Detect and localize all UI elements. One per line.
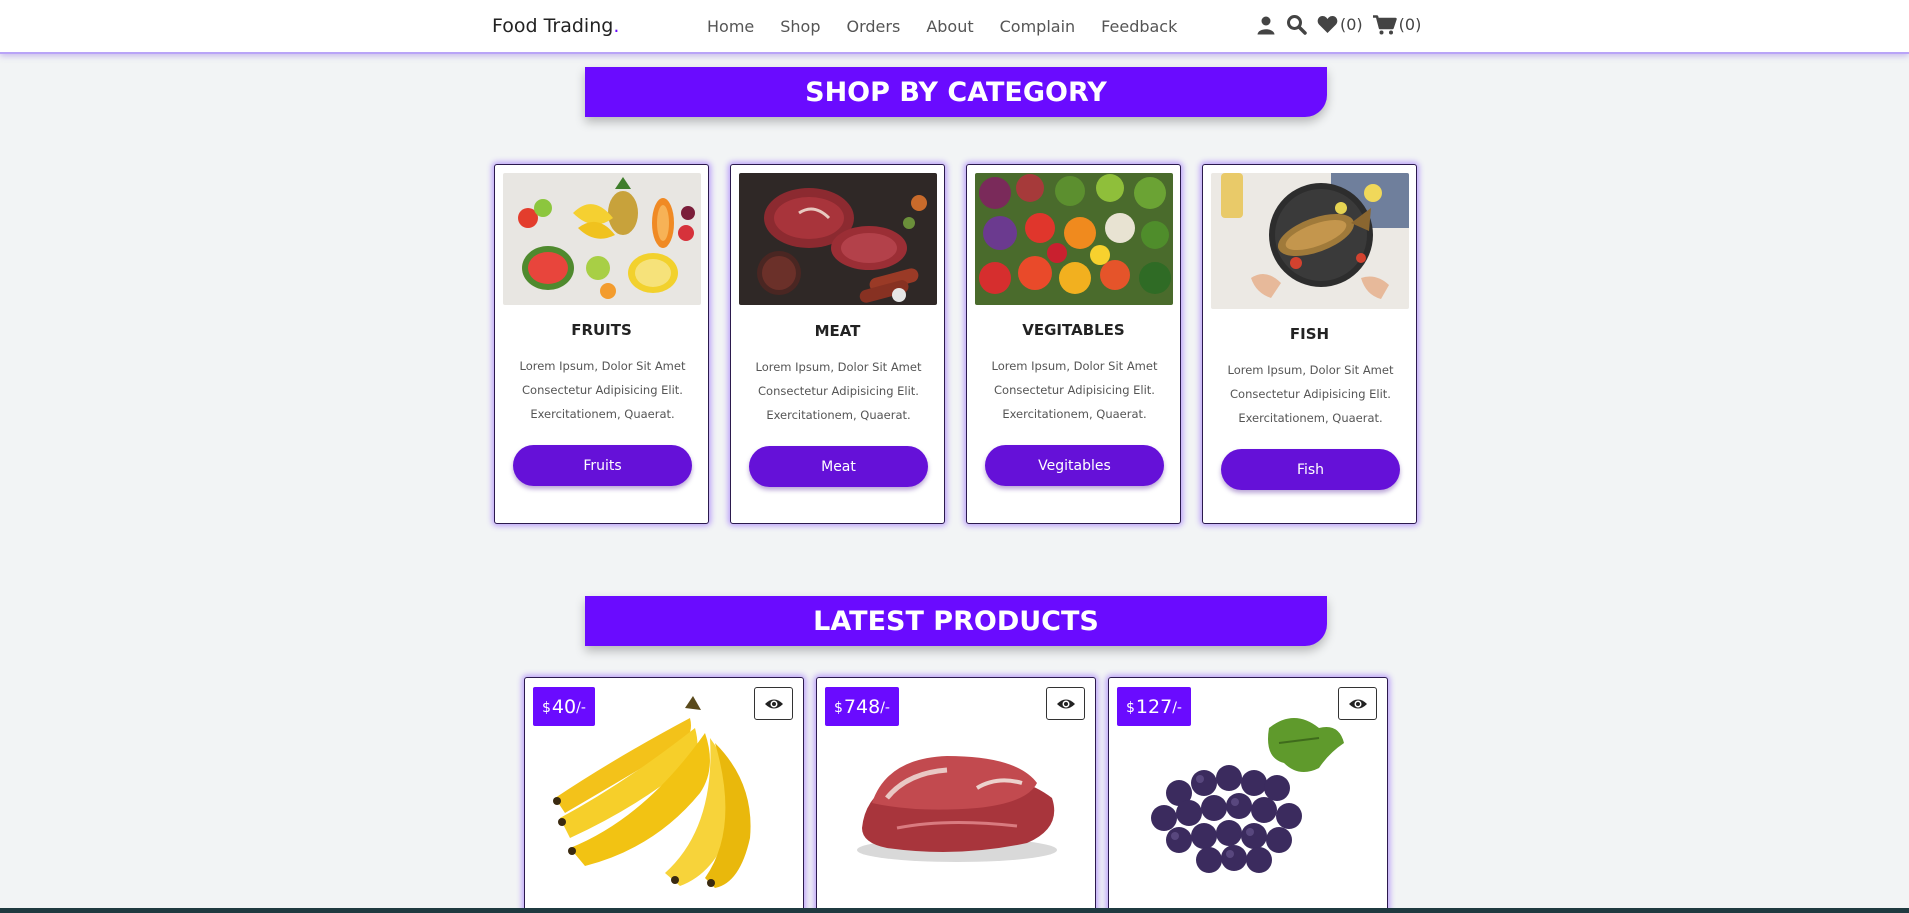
category-title: FISH [1289,325,1330,343]
category-heading: SHOP BY CATEGORY [585,67,1327,117]
vegitables-image [975,173,1173,305]
quick-view-button[interactable] [1046,687,1085,720]
main-nav: Home Shop Orders About Complain Feedback [707,17,1177,36]
price-currency: $ [1126,700,1135,716]
eye-icon [1348,699,1367,708]
cart-link[interactable]: (0) [1372,14,1422,35]
user-icon[interactable] [1256,15,1276,35]
price-suffix: /- [880,700,890,716]
cart-icon [1372,14,1397,34]
price-currency: $ [834,700,843,716]
category-description: Lorem Ipsum, Dolor Sit Amet Consectetur … [755,360,922,422]
price-amount: 748 [843,695,881,718]
vegitables-button[interactable]: Vegitables [985,445,1164,486]
category-description: Lorem Ipsum, Dolor Sit Amet Consectetur … [1227,363,1394,425]
category-title: VEGITABLES [1022,321,1125,339]
price-badge: $ 40 /- [533,687,595,726]
category-card-fruits: FRUITS Lorem Ipsum, Dolor Sit Amet Conse… [494,164,709,524]
price-badge: $ 748 /- [825,687,899,726]
nav-complain[interactable]: Complain [1000,17,1076,36]
logo-text: Food Trading [492,15,614,37]
fruits-image [503,173,701,305]
heart-icon [1317,16,1338,33]
nav-feedback[interactable]: Feedback [1101,17,1177,36]
wishlist-link[interactable]: (0) [1317,15,1363,34]
header-icons: (0) (0) [1256,14,1421,35]
product-card-grapes[interactable]: $ 127 /- [1108,677,1388,913]
product-card-banana[interactable]: $ 40 /- [524,677,804,913]
nav-shop[interactable]: Shop [780,17,820,36]
wishlist-count: (0) [1340,15,1363,34]
eye-icon [1056,699,1075,708]
price-currency: $ [542,700,551,716]
product-card-meat[interactable]: $ 748 /- [816,677,1096,913]
category-description: Lorem Ipsum, Dolor Sit Amet Consectetur … [519,359,686,421]
meat-image [739,173,937,305]
products-heading: LATEST PRODUCTS [585,596,1327,646]
bottom-bar [0,908,1909,913]
price-amount: 40 [551,695,577,718]
price-amount: 127 [1135,695,1173,718]
meat-button[interactable]: Meat [749,446,928,487]
fish-image [1211,173,1409,309]
category-card-meat: MEAT Lorem Ipsum, Dolor Sit Amet Consect… [730,164,945,524]
quick-view-button[interactable] [754,687,793,720]
price-suffix: /- [576,700,586,716]
category-title: MEAT [814,322,861,340]
eye-icon [764,699,783,708]
fish-button[interactable]: Fish [1221,449,1400,490]
category-card-fish: FISH Lorem Ipsum, Dolor Sit Amet Consect… [1202,164,1417,524]
top-header: Food Trading. Home Shop Orders About Com… [0,0,1909,54]
nav-about[interactable]: About [926,17,973,36]
cart-count: (0) [1398,15,1422,34]
category-title: FRUITS [571,321,632,339]
nav-orders[interactable]: Orders [847,17,901,36]
nav-home[interactable]: Home [707,17,754,36]
logo[interactable]: Food Trading. [492,15,619,37]
price-suffix: /- [1172,700,1182,716]
price-badge: $ 127 /- [1117,687,1191,726]
category-card-vegitables: VEGITABLES Lorem Ipsum, Dolor Sit Amet C… [966,164,1181,524]
search-icon[interactable] [1286,14,1307,35]
logo-dot: . [613,15,620,37]
fruits-button[interactable]: Fruits [513,445,692,486]
quick-view-button[interactable] [1338,687,1377,720]
category-description: Lorem Ipsum, Dolor Sit Amet Consectetur … [991,359,1158,421]
